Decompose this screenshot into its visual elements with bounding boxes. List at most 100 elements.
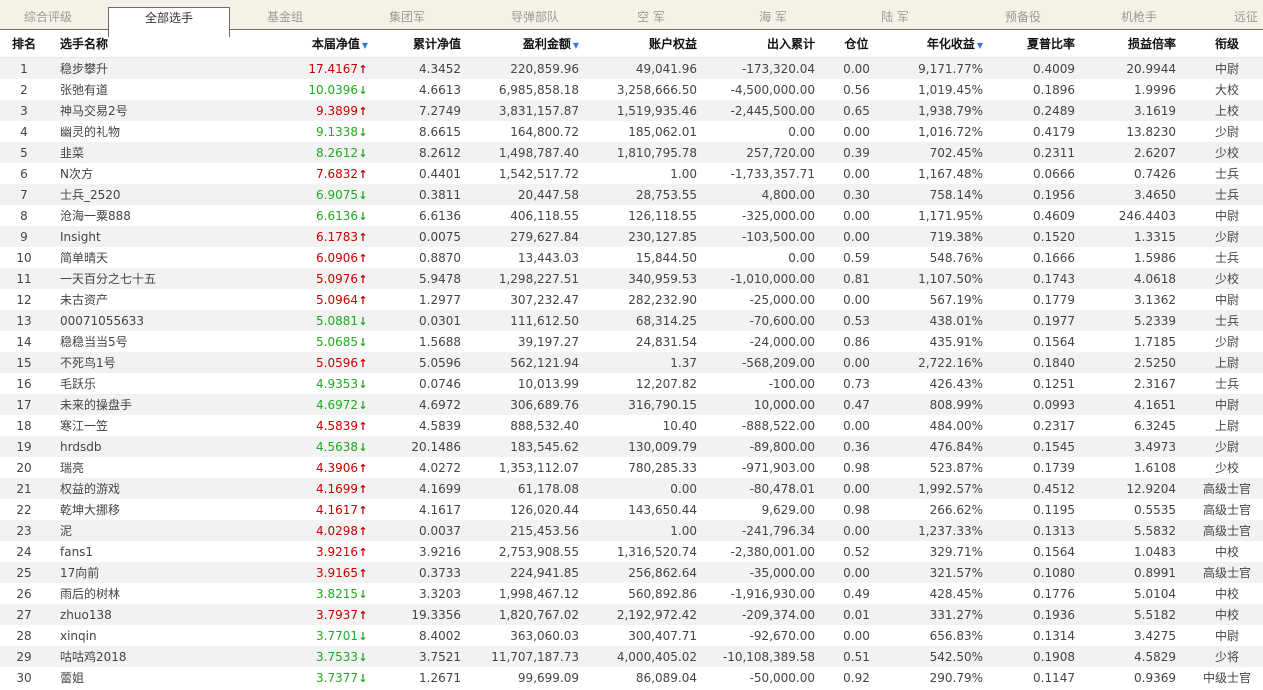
player-name-link[interactable]: 瑞亮 xyxy=(60,461,84,475)
table-row[interactable]: 2 张弛有道 10.0396↓ 4.6613 6,985,858.18 3,258,666… xyxy=(0,79,1263,100)
column-header-annual[interactable]: 年化收益 ▼ xyxy=(886,30,988,58)
cell-name[interactable]: 士兵_2520 xyxy=(48,184,238,205)
player-name-link[interactable]: 蕾姐 xyxy=(60,671,84,685)
player-name-link[interactable]: fans1 xyxy=(60,545,93,559)
cell-name[interactable]: 毛跃乐 xyxy=(48,373,238,394)
table-row[interactable]: 18 寒江一笠 4.5839↑ 4.5839 888,532.40 10.40 -888,5… xyxy=(0,415,1263,436)
table-row[interactable]: 17 未来的操盘手 4.6972↓ 4.6972 306,689.76 316,790.1… xyxy=(0,394,1263,415)
table-row[interactable]: 20 瑞亮 4.3906↑ 4.0272 1,353,112.07 780,285.33 -… xyxy=(0,457,1263,478)
player-name-link[interactable]: 毛跃乐 xyxy=(60,377,96,391)
player-name-link[interactable]: 权益的游戏 xyxy=(60,482,120,496)
tab-1[interactable]: 全部选手 xyxy=(108,7,230,37)
player-name-link[interactable]: 乾坤大挪移 xyxy=(60,503,120,517)
cell-name[interactable]: xinqin xyxy=(48,625,238,646)
table-row[interactable]: 10 简单晴天 6.0906↑ 0.8870 13,443.03 15,844.50 0.0… xyxy=(0,247,1263,268)
table-row[interactable]: 7 士兵_2520 6.9075↓ 0.3811 20,447.58 28,753.55 4… xyxy=(0,184,1263,205)
cell-name[interactable]: 不死鸟1号 xyxy=(48,352,238,373)
cell-name[interactable]: fans1 xyxy=(48,541,238,562)
cell-name[interactable]: 00071055633 xyxy=(48,310,238,331)
cell-name[interactable]: 张弛有道 xyxy=(48,79,238,100)
cell-name[interactable]: N次方 xyxy=(48,163,238,184)
table-row[interactable]: 9 Insight 6.1783↑ 0.0075 279,627.84 230,127.8… xyxy=(0,226,1263,247)
player-name-link[interactable]: 不死鸟1号 xyxy=(60,356,116,370)
cell-name[interactable]: 权益的游戏 xyxy=(48,478,238,499)
table-row[interactable]: 23 泥 4.0298↑ 0.0037 215,453.56 1.00 -241,796.3… xyxy=(0,520,1263,541)
cell-name[interactable]: 未来的操盘手 xyxy=(48,394,238,415)
cell-name[interactable]: 简单晴天 xyxy=(48,247,238,268)
table-row[interactable]: 26 雨后的树林 3.8215↓ 3.3203 1,998,467.12 560,892.… xyxy=(0,583,1263,604)
table-row[interactable]: 30 蕾姐 3.7377↓ 1.2671 99,699.09 86,089.04 -50,0… xyxy=(0,667,1263,688)
tab-3[interactable]: 集团军 xyxy=(352,0,462,30)
sort-down-icon[interactable]: ▼ xyxy=(573,41,579,50)
table-row[interactable]: 4 幽灵的礼物 9.1338↓ 8.6615 164,800.72 185,062.01 0… xyxy=(0,121,1263,142)
player-name-link[interactable]: 咕咕鸡2018 xyxy=(60,650,127,664)
tab-7[interactable]: 陆 军 xyxy=(840,0,950,30)
tab-5[interactable]: 空 军 xyxy=(596,0,706,30)
sort-down-icon[interactable]: ▼ xyxy=(362,41,368,50)
tab-10[interactable]: 远征 xyxy=(1206,0,1263,30)
sort-down-icon[interactable]: ▼ xyxy=(977,41,983,50)
tab-8[interactable]: 预备役 xyxy=(962,0,1084,30)
table-row[interactable]: 8 沧海一粟888 6.6136↓ 6.6136 406,118.55 126,118.5… xyxy=(0,205,1263,226)
cell-name[interactable]: 咕咕鸡2018 xyxy=(48,646,238,667)
table-row[interactable]: 12 未古资产 5.0964↑ 1.2977 307,232.47 282,232.90 -… xyxy=(0,289,1263,310)
cell-name[interactable]: 寒江一笠 xyxy=(48,415,238,436)
player-name-link[interactable]: 士兵_2520 xyxy=(60,188,121,202)
player-name-link[interactable]: 寒江一笠 xyxy=(60,419,108,433)
cell-name[interactable]: hrdsdb xyxy=(48,436,238,457)
cell-name[interactable]: zhuo138 xyxy=(48,604,238,625)
cell-name[interactable]: 韭菜 xyxy=(48,142,238,163)
player-name-link[interactable]: 雨后的树林 xyxy=(60,587,120,601)
player-name-link[interactable]: 未来的操盘手 xyxy=(60,398,132,412)
cell-name[interactable]: 蕾姐 xyxy=(48,667,238,688)
table-row[interactable]: 1 稳步攀升 17.4167↑ 4.3452 220,859.96 49,041.96 -1… xyxy=(0,57,1263,79)
cell-name[interactable]: 神马交易2号 xyxy=(48,100,238,121)
cell-name[interactable]: 17向前 xyxy=(48,562,238,583)
player-name-link[interactable]: 00071055633 xyxy=(60,314,144,328)
table-row[interactable]: 28 xinqin 3.7701↓ 8.4002 363,060.03 300,407.7… xyxy=(0,625,1263,646)
column-header-nav[interactable]: 本届净值 ▼ xyxy=(238,30,370,58)
table-row[interactable]: 22 乾坤大挪移 4.1617↑ 4.1617 126,020.44 143,650.44… xyxy=(0,499,1263,520)
cell-name[interactable]: 乾坤大挪移 xyxy=(48,499,238,520)
cell-name[interactable]: 瑞亮 xyxy=(48,457,238,478)
table-row[interactable]: 5 韭菜 8.2612↓ 8.2612 1,498,787.40 1,810,795.78… xyxy=(0,142,1263,163)
player-name-link[interactable]: 张弛有道 xyxy=(60,83,108,97)
cell-name[interactable]: 雨后的树林 xyxy=(48,583,238,604)
tab-4[interactable]: 导弹部队 xyxy=(474,0,596,30)
cell-name[interactable]: 稳稳当当5号 xyxy=(48,331,238,352)
player-name-link[interactable]: N次方 xyxy=(60,167,93,181)
player-name-link[interactable]: 稳步攀升 xyxy=(60,62,108,76)
table-row[interactable]: 16 毛跃乐 4.9353↓ 0.0746 10,013.99 12,207.82 -100… xyxy=(0,373,1263,394)
table-row[interactable]: 25 17向前 3.9165↑ 0.3733 224,941.85 256,862.64 -… xyxy=(0,562,1263,583)
table-row[interactable]: 11 一天百分之七十五 5.0976↑ 5.9478 1,298,227.51 340,9… xyxy=(0,268,1263,289)
cell-name[interactable]: 泥 xyxy=(48,520,238,541)
table-row[interactable]: 15 不死鸟1号 5.0596↑ 5.0596 562,121.94 1.37 -568,2… xyxy=(0,352,1263,373)
table-row[interactable]: 3 神马交易2号 9.3899↑ 7.2749 3,831,157.87 1,519,93… xyxy=(0,100,1263,121)
player-name-link[interactable]: zhuo138 xyxy=(60,608,112,622)
table-row[interactable]: 29 咕咕鸡2018 3.7533↓ 3.7521 11,707,187.73 4,000… xyxy=(0,646,1263,667)
cell-name[interactable]: Insight xyxy=(48,226,238,247)
player-name-link[interactable]: 神马交易2号 xyxy=(60,104,128,118)
player-name-link[interactable]: 泥 xyxy=(60,524,72,538)
player-name-link[interactable]: 17向前 xyxy=(60,566,99,580)
table-row[interactable]: 14 稳稳当当5号 5.0685↓ 1.5688 39,197.27 24,831.54 -… xyxy=(0,331,1263,352)
cell-name[interactable]: 稳步攀升 xyxy=(48,57,238,79)
player-name-link[interactable]: 稳稳当当5号 xyxy=(60,335,128,349)
tab-2[interactable]: 基金组 xyxy=(230,0,340,30)
player-name-link[interactable]: 韭菜 xyxy=(60,146,84,160)
tab-0[interactable]: 综合评级 xyxy=(0,0,96,30)
player-name-link[interactable]: xinqin xyxy=(60,629,97,643)
cell-name[interactable]: 沧海一粟888 xyxy=(48,205,238,226)
cell-name[interactable]: 幽灵的礼物 xyxy=(48,121,238,142)
player-name-link[interactable]: 沧海一粟888 xyxy=(60,209,131,223)
table-row[interactable]: 27 zhuo138 3.7937↑ 19.3356 1,820,767.02 2,192… xyxy=(0,604,1263,625)
cell-name[interactable]: 一天百分之七十五 xyxy=(48,268,238,289)
table-row[interactable]: 13 00071055633 5.0881↓ 0.0301 111,612.50 68,3… xyxy=(0,310,1263,331)
player-name-link[interactable]: 简单晴天 xyxy=(60,251,108,265)
player-name-link[interactable]: 幽灵的礼物 xyxy=(60,125,120,139)
column-header-profit[interactable]: 盈利金额 ▼ xyxy=(474,30,592,58)
table-row[interactable]: 21 权益的游戏 4.1699↑ 4.1699 61,178.08 0.00 -80,478… xyxy=(0,478,1263,499)
player-name-link[interactable]: 未古资产 xyxy=(60,293,108,307)
player-name-link[interactable]: hrdsdb xyxy=(60,440,101,454)
table-row[interactable]: 24 fans1 3.9216↑ 3.9216 2,753,908.55 1,316,52… xyxy=(0,541,1263,562)
